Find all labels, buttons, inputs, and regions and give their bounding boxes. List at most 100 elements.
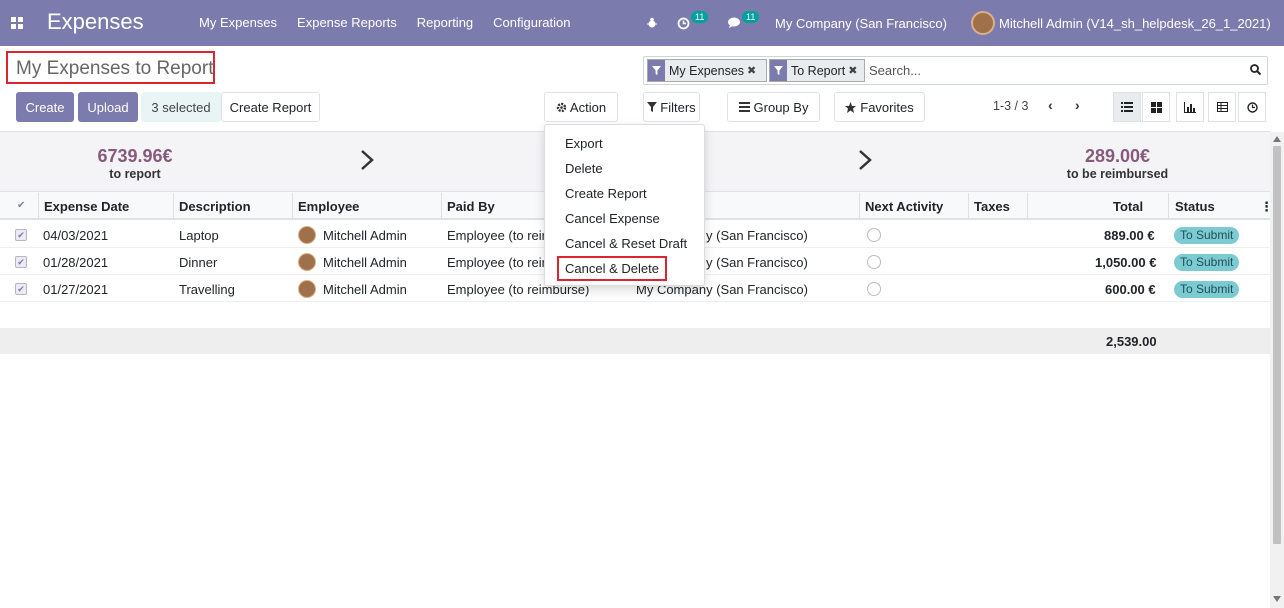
- column-description[interactable]: Description: [179, 199, 251, 214]
- employee-avatar: [298, 253, 316, 271]
- action-button[interactable]: Action: [544, 92, 618, 122]
- group-by-label: Group By: [753, 99, 809, 115]
- company-switcher[interactable]: My Company (San Francisco): [775, 0, 947, 46]
- menu-item-cancel-reset-draft[interactable]: Cancel & Reset Draft: [565, 236, 687, 251]
- cell-description: Laptop: [179, 228, 219, 243]
- column-total[interactable]: Total: [1113, 199, 1143, 214]
- bar-chart-icon: [1184, 101, 1196, 113]
- group-by-button[interactable]: Group By: [727, 92, 820, 122]
- menu-my-expenses[interactable]: My Expenses: [199, 15, 277, 30]
- table-footer: 2,539.00: [0, 328, 1270, 354]
- activity-menu[interactable]: 11: [677, 0, 709, 46]
- activity-clock-icon[interactable]: [867, 255, 881, 269]
- column-next-activity[interactable]: Next Activity: [865, 199, 943, 214]
- search-bar[interactable]: My Expenses ✖ To Report ✖ Search...: [643, 56, 1268, 85]
- search-input[interactable]: Search...: [869, 63, 921, 78]
- column-separator: [968, 193, 969, 219]
- create-report-button[interactable]: Create Report: [221, 92, 320, 122]
- app-title[interactable]: Expenses: [47, 9, 144, 35]
- gear-icon: [556, 102, 567, 112]
- user-menu[interactable]: Mitchell Admin (V14_sh_helpdesk_26_1_202…: [971, 0, 1271, 46]
- grand-total: 2,539.00: [1106, 334, 1157, 349]
- filter-icon: [648, 60, 665, 81]
- cell-paid-by: Employee (to reir: [447, 228, 546, 243]
- menu-reporting[interactable]: Reporting: [417, 15, 473, 30]
- menu-configuration[interactable]: Configuration: [493, 15, 570, 30]
- remove-facet-icon[interactable]: ✖: [848, 64, 857, 77]
- column-separator: [1168, 193, 1169, 219]
- kanban-view-button[interactable]: [1142, 92, 1170, 122]
- scroll-up-icon[interactable]: [1273, 136, 1281, 142]
- activity-clock-icon[interactable]: [867, 282, 881, 296]
- favorites-label: Favorites: [860, 99, 914, 115]
- column-status[interactable]: Status: [1175, 199, 1215, 214]
- select-all-checkbox[interactable]: ✔: [17, 200, 25, 211]
- favorites-button[interactable]: Favorites: [834, 92, 925, 122]
- activity-view-button[interactable]: [1238, 92, 1266, 122]
- menu-item-create-report[interactable]: Create Report: [565, 186, 647, 201]
- status-badge: To Submit: [1174, 227, 1240, 244]
- column-separator: [859, 193, 860, 219]
- cell-company: y (San Francisco): [706, 228, 808, 243]
- list-view-button[interactable]: [1113, 92, 1141, 122]
- pager-previous-icon[interactable]: ‹: [1048, 97, 1053, 113]
- menu-item-export[interactable]: Export: [565, 136, 603, 151]
- chevron-right-icon: [361, 150, 374, 170]
- cell-company: y (San Francisco): [706, 255, 808, 270]
- debug-icon[interactable]: [646, 0, 658, 46]
- activity-clock-icon[interactable]: [867, 228, 881, 242]
- filter-icon: [770, 60, 787, 81]
- column-separator: [292, 193, 293, 219]
- menu-expense-reports[interactable]: Expense Reports: [297, 15, 397, 30]
- user-avatar: [971, 11, 995, 35]
- upload-button[interactable]: Upload: [78, 92, 138, 122]
- scroll-down-icon[interactable]: [1273, 596, 1281, 602]
- chat-icon: [728, 17, 740, 28]
- column-employee[interactable]: Employee: [298, 199, 359, 214]
- cell-total: 1,050.00 €: [1095, 255, 1157, 270]
- reimbursed-value[interactable]: 289.00€: [1040, 146, 1195, 167]
- cell-description: Dinner: [179, 255, 218, 270]
- facet-label: To Report: [791, 63, 846, 78]
- graph-view-button[interactable]: [1176, 92, 1204, 122]
- column-paid-by[interactable]: Paid By: [447, 199, 495, 214]
- clock-icon: [677, 17, 690, 29]
- scroll-thumb[interactable]: [1273, 146, 1281, 544]
- search-icon[interactable]: [1250, 64, 1261, 75]
- messaging-menu[interactable]: 11: [727, 0, 760, 46]
- cell-employee: Mitchell Admin: [323, 228, 407, 243]
- remove-facet-icon[interactable]: ✖: [747, 64, 756, 77]
- menu-item-cancel-expense[interactable]: Cancel Expense: [565, 211, 660, 226]
- to-report-value[interactable]: 6739.96€: [70, 146, 200, 167]
- message-count-badge: 11: [742, 11, 760, 23]
- clock-icon: [1246, 101, 1258, 113]
- facet-to-report[interactable]: To Report ✖: [769, 59, 865, 82]
- cell-date: 04/03/2021: [43, 228, 109, 243]
- filters-button[interactable]: Filters: [643, 92, 700, 122]
- column-separator: [173, 193, 174, 219]
- cell-paid-by: Employee (to reir: [447, 255, 546, 270]
- column-taxes[interactable]: Taxes: [974, 199, 1010, 214]
- star-icon: [845, 101, 857, 113]
- action-label: Action: [569, 99, 607, 115]
- facet-label: My Expenses: [669, 63, 745, 78]
- employee-avatar: [298, 226, 316, 244]
- row-checkbox[interactable]: ✔: [15, 283, 27, 295]
- status-badge: To Submit: [1174, 254, 1240, 271]
- cell-employee: Mitchell Admin: [323, 255, 407, 270]
- cell-description: Travelling: [179, 282, 235, 297]
- facet-my-expenses[interactable]: My Expenses ✖: [647, 59, 767, 82]
- pager-value[interactable]: 1-3 / 3: [993, 99, 1028, 113]
- pivot-view-button[interactable]: [1208, 92, 1236, 122]
- chevron-right-icon: [859, 150, 872, 170]
- cell-employee: Mitchell Admin: [323, 282, 407, 297]
- create-button[interactable]: Create: [16, 92, 74, 122]
- row-checkbox[interactable]: ✔: [15, 256, 27, 268]
- row-checkbox[interactable]: ✔: [15, 229, 27, 241]
- menu-item-delete[interactable]: Delete: [565, 161, 603, 176]
- column-expense-date[interactable]: Expense Date: [44, 199, 129, 214]
- apps-menu-icon[interactable]: [11, 17, 23, 29]
- vertical-scrollbar[interactable]: [1270, 132, 1284, 608]
- pager-next-icon[interactable]: ›: [1075, 97, 1080, 113]
- main-menu: My Expenses Expense Reports Reporting Co…: [199, 15, 590, 30]
